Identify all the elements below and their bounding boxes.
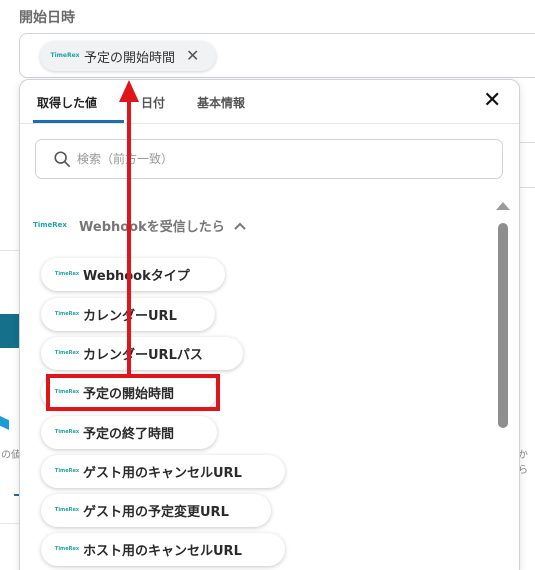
selected-value-chip[interactable]: TimeRex 予定の開始時間 ✕: [40, 41, 216, 71]
list-item-label: カレンダーURLパス: [83, 348, 203, 363]
list-item[interactable]: TimeRex ゲスト用のキャンセルURL: [41, 455, 285, 488]
search-box[interactable]: [35, 139, 503, 179]
background-divider-2: [0, 523, 20, 524]
scroll-up-icon[interactable]: [496, 202, 510, 210]
background-blue-icon: [0, 416, 9, 430]
list-item[interactable]: TimeRex Webhookタイプ: [41, 258, 225, 291]
close-icon[interactable]: ✕: [483, 90, 501, 112]
background-text-left: の値: [1, 450, 21, 461]
chevron-up-icon[interactable]: [234, 222, 246, 230]
timerex-logo-icon: TimeRex: [54, 389, 80, 395]
list-item-label: 予定の終了時間: [83, 427, 175, 442]
search-input[interactable]: [77, 152, 477, 166]
timerex-logo-icon: TimeRex: [33, 221, 67, 229]
popup-tab-bar: 取得した値 日付 基本情報 ✕: [20, 80, 519, 124]
timerex-logo-icon: TimeRex: [54, 468, 80, 474]
tab-date[interactable]: 日付: [141, 94, 165, 111]
list-item-label: ホスト用のキャンセルURL: [83, 544, 242, 559]
tab-basic-info[interactable]: 基本情報: [197, 94, 245, 111]
timerex-logo-icon: TimeRex: [54, 271, 80, 277]
list-item-label: Webhookタイプ: [83, 269, 190, 284]
list-item-label: ゲスト用のキャンセルURL: [83, 466, 242, 481]
list-item[interactable]: TimeRex カレンダーURLパス: [41, 337, 243, 370]
timerex-logo-icon: TimeRex: [54, 311, 80, 317]
scrollbar-thumb[interactable]: [498, 223, 508, 428]
list-item-label: ゲスト用の予定変更URL: [83, 505, 229, 520]
list-item-highlighted[interactable]: TimeRex 予定の開始時間: [41, 376, 217, 409]
remove-chip-close-icon[interactable]: ✕: [186, 48, 199, 64]
value-picker-popup: 取得した値 日付 基本情報 ✕ TimeRex Webhookを受信したら Ti…: [19, 79, 520, 570]
list-item-label: カレンダーURL: [83, 309, 177, 324]
background-text-right: から: [518, 450, 528, 476]
background-teal-button: [0, 314, 20, 348]
timerex-logo-icon: TimeRex: [54, 429, 80, 435]
list-item[interactable]: TimeRex 予定の終了時間: [41, 416, 217, 449]
list-item[interactable]: TimeRex カレンダーURL: [41, 298, 215, 331]
timerex-logo-icon: TimeRex: [54, 507, 80, 513]
search-icon: [54, 151, 71, 168]
list-item-label: 予定の開始時間: [83, 387, 175, 402]
selected-value-label: 予定の開始時間: [84, 50, 176, 66]
list-item[interactable]: TimeRex ゲスト用の予定変更URL: [41, 494, 271, 527]
tab-acquired-values[interactable]: 取得した値: [37, 94, 97, 111]
start-datetime-label: 開始日時: [19, 10, 75, 26]
section-header-webhook[interactable]: TimeRex Webhookを受信したら: [33, 216, 246, 235]
timerex-logo-icon: TimeRex: [54, 350, 80, 356]
section-title: Webhookを受信したら: [79, 220, 225, 235]
background-divider: [0, 250, 20, 251]
timerex-logo-icon: TimeRex: [50, 52, 80, 59]
list-item[interactable]: TimeRex ホスト用のキャンセルURL: [41, 533, 285, 566]
background-right-field: [519, 142, 535, 188]
active-tab-underline: [33, 120, 124, 123]
timerex-logo-icon: TimeRex: [54, 546, 80, 552]
